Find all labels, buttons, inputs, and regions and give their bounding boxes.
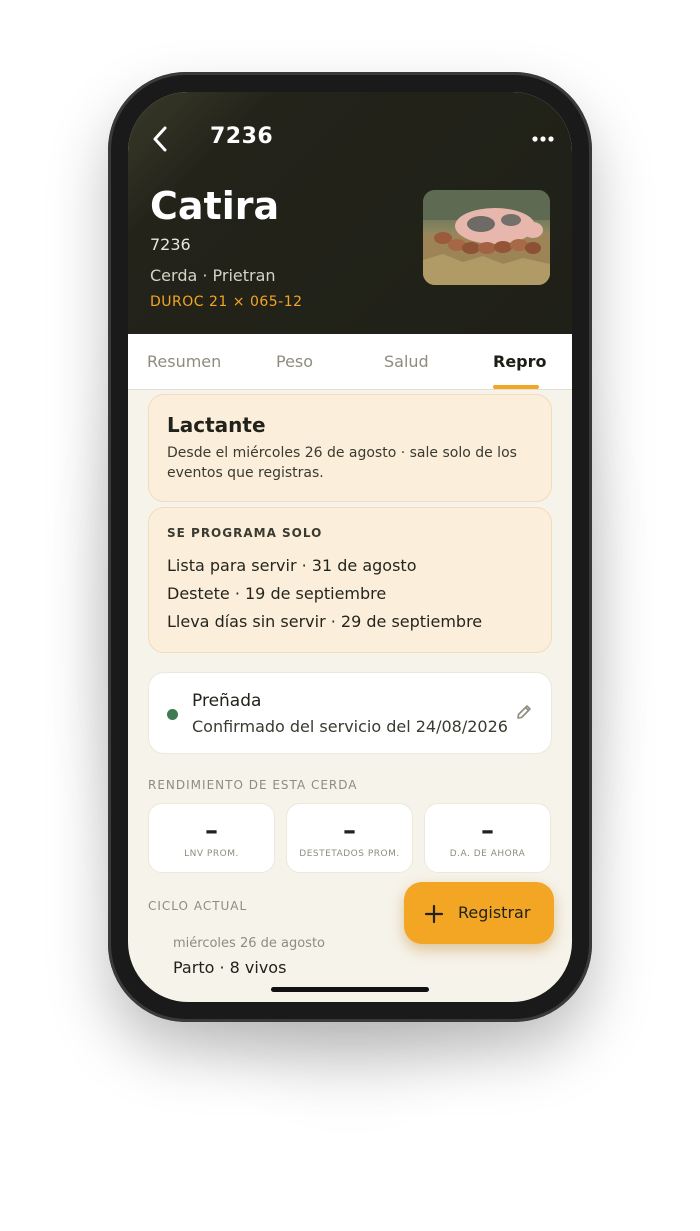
register-button-label: Registrar <box>458 903 531 922</box>
pencil-icon[interactable] <box>515 703 533 721</box>
tab-salud[interactable]: Salud <box>384 352 429 371</box>
plus-icon <box>424 896 444 930</box>
more-horizontal-icon[interactable] <box>532 128 554 146</box>
schedule-card: SE PROGRAMA SOLO Lista para servir · 31 … <box>148 507 552 653</box>
tab-resumen[interactable]: Resumen <box>147 352 221 371</box>
animal-breed: Cerda · Prietran <box>150 266 276 285</box>
stat-value: – <box>481 816 494 846</box>
stat-label: DESTETADOS PROM. <box>299 849 400 859</box>
nav-title: 7236 <box>210 124 274 149</box>
app-screen: 7236 Catira 7236 Cerda · Prietran DUROC … <box>128 92 572 1002</box>
tab-bar: Resumen Peso Salud Repro <box>128 334 572 390</box>
event-date: miércoles 26 de agosto <box>173 936 326 951</box>
pregnancy-card[interactable]: Preñada Confirmado del servicio del 24/0… <box>148 672 552 754</box>
stat-value: – <box>343 816 356 846</box>
animal-name: Catira <box>150 184 280 228</box>
tab-repro[interactable]: Repro <box>493 352 547 371</box>
animal-header: 7236 Catira 7236 Cerda · Prietran DUROC … <box>128 92 572 334</box>
schedule-item: Lleva días sin servir · 29 de septiembre <box>167 612 483 631</box>
stat-card: – LNV PROM. <box>148 803 275 873</box>
register-button[interactable]: Registrar <box>404 882 554 944</box>
stat-label: D.A. DE AHORA <box>449 849 526 859</box>
stat-value: – <box>205 816 218 846</box>
performance-label: RENDIMIENTO DE ESTA CERDA <box>148 778 358 792</box>
status-title: Lactante <box>167 413 266 437</box>
schedule-item: Destete · 19 de septiembre <box>167 584 387 603</box>
pregnancy-title: Preñada <box>192 691 262 711</box>
active-tab-indicator <box>493 385 539 389</box>
sow-nursing-piglets-photo[interactable] <box>423 190 550 285</box>
stat-label: LNV PROM. <box>184 849 239 859</box>
chevron-left-icon[interactable] <box>150 124 170 154</box>
stat-card: – DESTETADOS PROM. <box>286 803 413 873</box>
pregnancy-subtitle: Confirmado del servicio del 24/08/2026 <box>192 717 508 736</box>
animal-tag: 7236 <box>150 235 191 254</box>
event-title[interactable]: Parto · 8 vivos <box>173 958 286 977</box>
home-indicator[interactable] <box>271 987 429 992</box>
status-card: Lactante Desde el miércoles 26 de agosto… <box>148 394 552 502</box>
schedule-item: Lista para servir · 31 de agosto <box>167 556 417 575</box>
stat-card: – D.A. DE AHORA <box>424 803 551 873</box>
animal-lineage: DUROC 21 × 065-12 <box>150 294 303 310</box>
cycle-label: CICLO ACTUAL <box>148 899 248 913</box>
schedule-title: SE PROGRAMA SOLO <box>167 526 323 540</box>
tab-peso[interactable]: Peso <box>276 352 313 371</box>
status-description: Desde el miércoles 26 de agosto · sale s… <box>167 445 517 481</box>
status-dot <box>167 709 178 720</box>
